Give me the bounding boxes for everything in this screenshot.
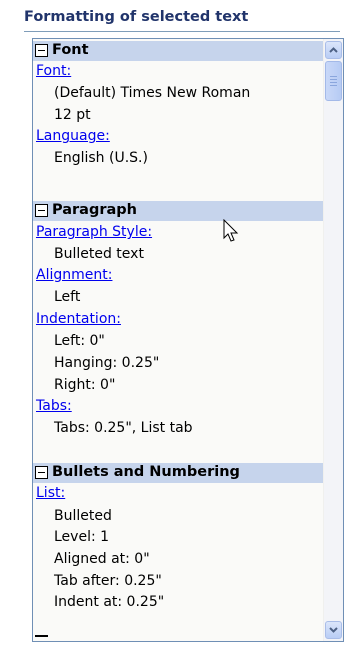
mouse-pointer-icon [223,219,239,242]
collapse-minus-icon[interactable] [35,204,48,217]
indentation-link[interactable]: Indentation: [36,311,121,327]
chevron-up-icon [329,47,338,53]
section-header-font[interactable]: Font [33,41,323,61]
list-aligned-value: Aligned at: 0" [54,551,150,567]
alignment-link[interactable]: Alignment: [36,267,112,283]
language-value: English (U.S.) [54,150,148,166]
list-level-value: Level: 1 [54,529,110,545]
font-size-value: 12 pt [54,107,91,123]
collapse-minus-icon[interactable] [35,44,48,57]
font-link[interactable]: Font: [36,63,71,79]
next-section-edge [35,635,48,641]
font-value: (Default) Times New Roman [54,85,251,101]
collapse-minus-icon[interactable] [35,466,48,479]
formatting-list-box: Font Font: (Default) Times New Roman 12 … [32,38,344,642]
tabs-value: Tabs: 0.25", List tab [54,420,193,436]
tabs-link[interactable]: Tabs: [36,398,72,414]
formatting-list-content: Font Font: (Default) Times New Roman 12 … [33,39,323,641]
list-indent-value: Indent at: 0.25" [54,594,165,610]
reveal-formatting-pane: Formatting of selected text Font Font: (… [16,0,344,653]
section-header-bullets[interactable]: Bullets and Numbering [33,463,323,483]
section-title-font: Font [52,42,89,58]
scroll-thumb[interactable] [325,61,342,101]
list-tab-after-value: Tab after: 0.25" [54,573,162,589]
list-type-value: Bulleted [54,508,112,524]
chevron-down-icon [329,627,338,633]
scroll-up-button[interactable] [325,41,342,59]
paragraph-style-value: Bulleted text [54,246,144,262]
indentation-hanging-value: Hanging: 0.25" [54,355,160,371]
section-header-paragraph[interactable]: Paragraph [33,201,323,221]
section-title-paragraph: Paragraph [52,202,137,218]
vertical-scrollbar[interactable] [324,39,343,641]
language-link[interactable]: Language: [36,128,110,144]
pane-title: Formatting of selected text [24,9,249,25]
list-link[interactable]: List: [36,485,65,501]
scroll-down-button[interactable] [325,621,342,639]
paragraph-style-link[interactable]: Paragraph Style: [36,224,152,240]
section-title-bullets: Bullets and Numbering [52,464,240,480]
title-divider [24,31,340,32]
indentation-right-value: Right: 0" [54,377,116,393]
alignment-value: Left [54,289,81,305]
indentation-left-value: Left: 0" [54,333,105,349]
